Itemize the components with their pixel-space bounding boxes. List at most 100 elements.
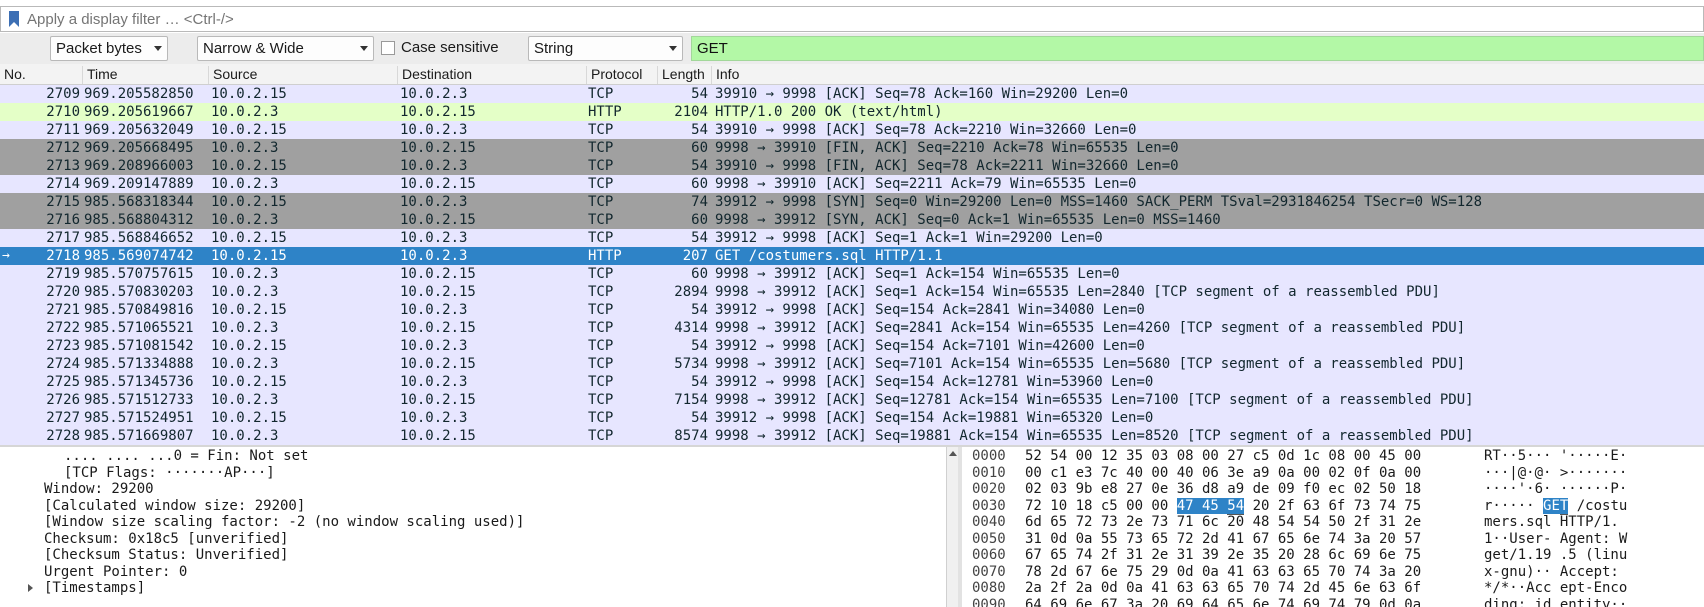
display-filter-input[interactable] xyxy=(27,10,1527,28)
cell-info: 39912 → 9998 [ACK] Seq=154 Ack=2841 Win=… xyxy=(715,302,1145,318)
packet-row[interactable]: 2720 985.570830203 10.0.2.3 10.0.2.15 TCP 289… xyxy=(0,283,1704,301)
bytes-row: 0010 00 c1 e3 7c 40 00 40 06 3e a9 0a 00 … xyxy=(962,464,1704,482)
detail-line[interactable]: Urgent Pointer: 0 xyxy=(44,563,187,581)
packet-row[interactable]: 2721 985.570849816 10.0.2.15 10.0.2.3 TCP 54 3… xyxy=(0,301,1704,319)
byte-hex[interactable]: 52 54 00 12 35 03 08 00 27 c5 0d 1c 08 0… xyxy=(1025,447,1421,465)
scroll-up-arrow-icon[interactable] xyxy=(949,451,957,456)
byte-hex[interactable]: 00 c1 e3 7c 40 00 40 06 3e a9 0a 00 02 0… xyxy=(1025,464,1421,482)
cell-dst: 10.0.2.3 xyxy=(400,158,468,174)
detail-line[interactable]: [Timestamps] xyxy=(44,579,145,597)
byte-ascii[interactable]: 1··User- Agent: W xyxy=(1484,530,1627,548)
detail-line[interactable]: [Window size scaling factor: -2 (no wind… xyxy=(44,513,524,531)
packet-row[interactable]: 2713 969.208966003 10.0.2.15 10.0.2.3 TCP 54 3… xyxy=(0,157,1704,175)
cell-time: 985.570757615 xyxy=(84,266,194,282)
cell-dst: 10.0.2.3 xyxy=(400,410,468,426)
cell-info: 39912 → 9998 [ACK] Seq=1 Ack=1 Win=29200… xyxy=(715,230,1103,246)
column-header-info[interactable]: Info xyxy=(711,66,1704,84)
find-search-input[interactable]: GET xyxy=(691,36,1704,61)
column-header-length[interactable]: Length xyxy=(657,66,711,84)
byte-offset: 0040 xyxy=(972,514,1006,530)
packet-row[interactable]: 2724 985.571334888 10.0.2.3 10.0.2.15 TCP 573… xyxy=(0,355,1704,373)
packet-row[interactable]: 2725 985.571345736 10.0.2.15 10.0.2.3 TCP 54 3… xyxy=(0,373,1704,391)
packet-row[interactable]: 2719 985.570757615 10.0.2.3 10.0.2.15 TCP 60 9… xyxy=(0,265,1704,283)
detail-line[interactable]: Window: 29200 xyxy=(44,480,154,498)
case-sensitive-checkbox[interactable]: Case sensitive xyxy=(381,39,499,56)
byte-hex[interactable]: 64 69 6e 67 3a 20 69 64 65 6e 74 69 74 7… xyxy=(1025,596,1421,607)
column-header-source[interactable]: Source xyxy=(208,66,397,84)
packet-row[interactable]: 2714 969.209147889 10.0.2.3 10.0.2.15 TCP 60 9… xyxy=(0,175,1704,193)
column-header-destination[interactable]: Destination xyxy=(397,66,586,84)
search-in-select[interactable]: Packet bytes xyxy=(50,36,168,61)
packet-row[interactable]: 2723 985.571081542 10.0.2.15 10.0.2.3 TCP 54 3… xyxy=(0,337,1704,355)
cell-time: 985.571345736 xyxy=(84,374,194,390)
cell-dst: 10.0.2.15 xyxy=(400,428,476,444)
byte-ascii[interactable]: mers.sql HTTP/1. xyxy=(1484,513,1619,531)
cell-len: 4314 xyxy=(674,320,708,336)
column-header-no[interactable]: No. xyxy=(0,66,82,84)
cell-time: 985.568318344 xyxy=(84,194,194,210)
cell-dst: 10.0.2.3 xyxy=(400,374,468,390)
byte-hex[interactable]: 6d 65 72 73 2e 73 71 6c 20 48 54 54 50 2… xyxy=(1025,513,1421,531)
cell-proto: HTTP xyxy=(588,104,622,120)
packet-row[interactable]: 2728 985.571669807 10.0.2.3 10.0.2.15 TCP 857… xyxy=(0,427,1704,445)
column-header-protocol[interactable]: Protocol xyxy=(586,66,657,84)
cell-info: 39910 → 9998 [ACK] Seq=78 Ack=160 Win=29… xyxy=(715,86,1129,102)
cell-info: GET /costumers.sql HTTP/1.1 xyxy=(715,248,943,264)
packet-row[interactable]: 2722 985.571065521 10.0.2.3 10.0.2.15 TCP 431… xyxy=(0,319,1704,337)
byte-offset: 0080 xyxy=(972,580,1006,596)
byte-hex[interactable]: 02 03 9b e8 27 0e 36 d8 a9 de 09 f0 ec 0… xyxy=(1025,480,1421,498)
byte-ascii[interactable]: get/1.19 .5 (linu xyxy=(1484,546,1627,564)
cell-info: 39910 → 9998 [ACK] Seq=78 Ack=2210 Win=3… xyxy=(715,122,1137,138)
byte-hex[interactable]: 2a 2f 2a 0d 0a 41 63 63 65 70 74 2d 45 6… xyxy=(1025,579,1421,597)
packet-row[interactable]: 2715 985.568318344 10.0.2.15 10.0.2.3 TCP 74 3… xyxy=(0,193,1704,211)
detail-line[interactable]: .... .... ...0 = Fin: Not set xyxy=(64,447,308,465)
char-width-select[interactable]: Narrow & Wide xyxy=(197,36,374,61)
packet-row[interactable]: 2727 985.571524951 10.0.2.15 10.0.2.3 TCP 54 3… xyxy=(0,409,1704,427)
byte-ascii[interactable]: */*··Acc ept-Enco xyxy=(1484,579,1627,597)
packet-row[interactable]: 2726 985.571512733 10.0.2.3 10.0.2.15 TCP 715… xyxy=(0,391,1704,409)
byte-ascii[interactable]: ding: id entity·· xyxy=(1484,596,1627,607)
packet-row[interactable]: 2709 969.205582850 10.0.2.15 10.0.2.3 TCP 54 3… xyxy=(0,85,1704,103)
byte-ascii[interactable]: RT··5··· '·····E· xyxy=(1484,447,1627,465)
byte-hex[interactable]: 78 2d 67 6e 75 29 0d 0a 41 63 63 65 70 7… xyxy=(1025,563,1421,581)
checkbox-box[interactable] xyxy=(381,40,395,55)
packet-row[interactable]: 2712 969.205668495 10.0.2.3 10.0.2.15 TCP 60 9… xyxy=(0,139,1704,157)
bytes-row: 0060 67 65 74 2f 31 2e 31 39 2e 35 20 28 … xyxy=(962,546,1704,564)
detail-line[interactable]: [Calculated window size: 29200] xyxy=(44,497,305,515)
cell-time: 985.570830203 xyxy=(84,284,194,300)
cell-len: 54 xyxy=(691,302,708,318)
highlighted-ascii: GE xyxy=(1543,497,1560,514)
cell-proto: TCP xyxy=(588,302,614,318)
byte-ascii[interactable]: x-gnu)·· Accept: xyxy=(1484,563,1619,581)
cell-proto: TCP xyxy=(588,194,614,210)
packet-row[interactable]: 2711 969.205632049 10.0.2.15 10.0.2.3 TCP 54 3… xyxy=(0,121,1704,139)
cell-info: 9998 → 39912 [ACK] Seq=19881 Ack=154 Win… xyxy=(715,428,1474,444)
display-filter-bar xyxy=(0,6,1704,32)
bytes-row: 0070 78 2d 67 6e 75 29 0d 0a 41 63 63 65 … xyxy=(962,563,1704,581)
cell-src: 10.0.2.3 xyxy=(211,266,279,282)
bytes-row: 0090 64 69 6e 67 3a 20 69 64 65 6e 74 69 … xyxy=(962,596,1704,607)
column-header-time[interactable]: Time xyxy=(82,66,208,84)
byte-hex[interactable]: 31 0d 0a 55 73 65 72 2d 41 67 65 6e 74 3… xyxy=(1025,530,1421,548)
packet-row[interactable]: 2710 969.205619667 10.0.2.3 10.0.2.15 HTTP 21… xyxy=(0,103,1704,121)
cell-dst: 10.0.2.15 xyxy=(400,320,476,336)
byte-hex[interactable]: 72 10 18 c5 00 00 47 45 54 20 2f 63 6f 7… xyxy=(1025,497,1421,515)
byte-ascii[interactable]: r····· GET /costu xyxy=(1484,497,1627,515)
cell-len: 60 xyxy=(691,140,708,156)
byte-ascii[interactable]: ···|@·@· >······· xyxy=(1484,464,1627,482)
byte-ascii[interactable]: ····'·6· ······P· xyxy=(1484,480,1627,498)
filter-bookmark-icon[interactable] xyxy=(7,10,21,28)
search-type-select[interactable]: String xyxy=(528,36,683,61)
cell-proto: TCP xyxy=(588,140,614,156)
find-search-value: GET xyxy=(697,40,728,57)
details-scrollbar[interactable] xyxy=(946,447,958,607)
packet-row[interactable]: 2716 985.568804312 10.0.2.3 10.0.2.15 TCP 60 9… xyxy=(0,211,1704,229)
packet-row[interactable]: → 2718 985.569074742 10.0.2.15 10.0.2.3 HTTP 2… xyxy=(0,247,1704,265)
detail-line[interactable]: [TCP Flags: ·······AP···] xyxy=(64,464,275,482)
detail-line[interactable]: [Checksum Status: Unverified] xyxy=(44,546,288,564)
cell-src: 10.0.2.3 xyxy=(211,140,279,156)
byte-hex[interactable]: 67 65 74 2f 31 2e 31 39 2e 35 20 28 6c 6… xyxy=(1025,546,1421,564)
packet-row[interactable]: 2717 985.568846652 10.0.2.15 10.0.2.3 TCP 54 3… xyxy=(0,229,1704,247)
detail-line[interactable]: Checksum: 0x18c5 [unverified] xyxy=(44,530,288,548)
expand-arrow-icon[interactable] xyxy=(28,584,33,592)
